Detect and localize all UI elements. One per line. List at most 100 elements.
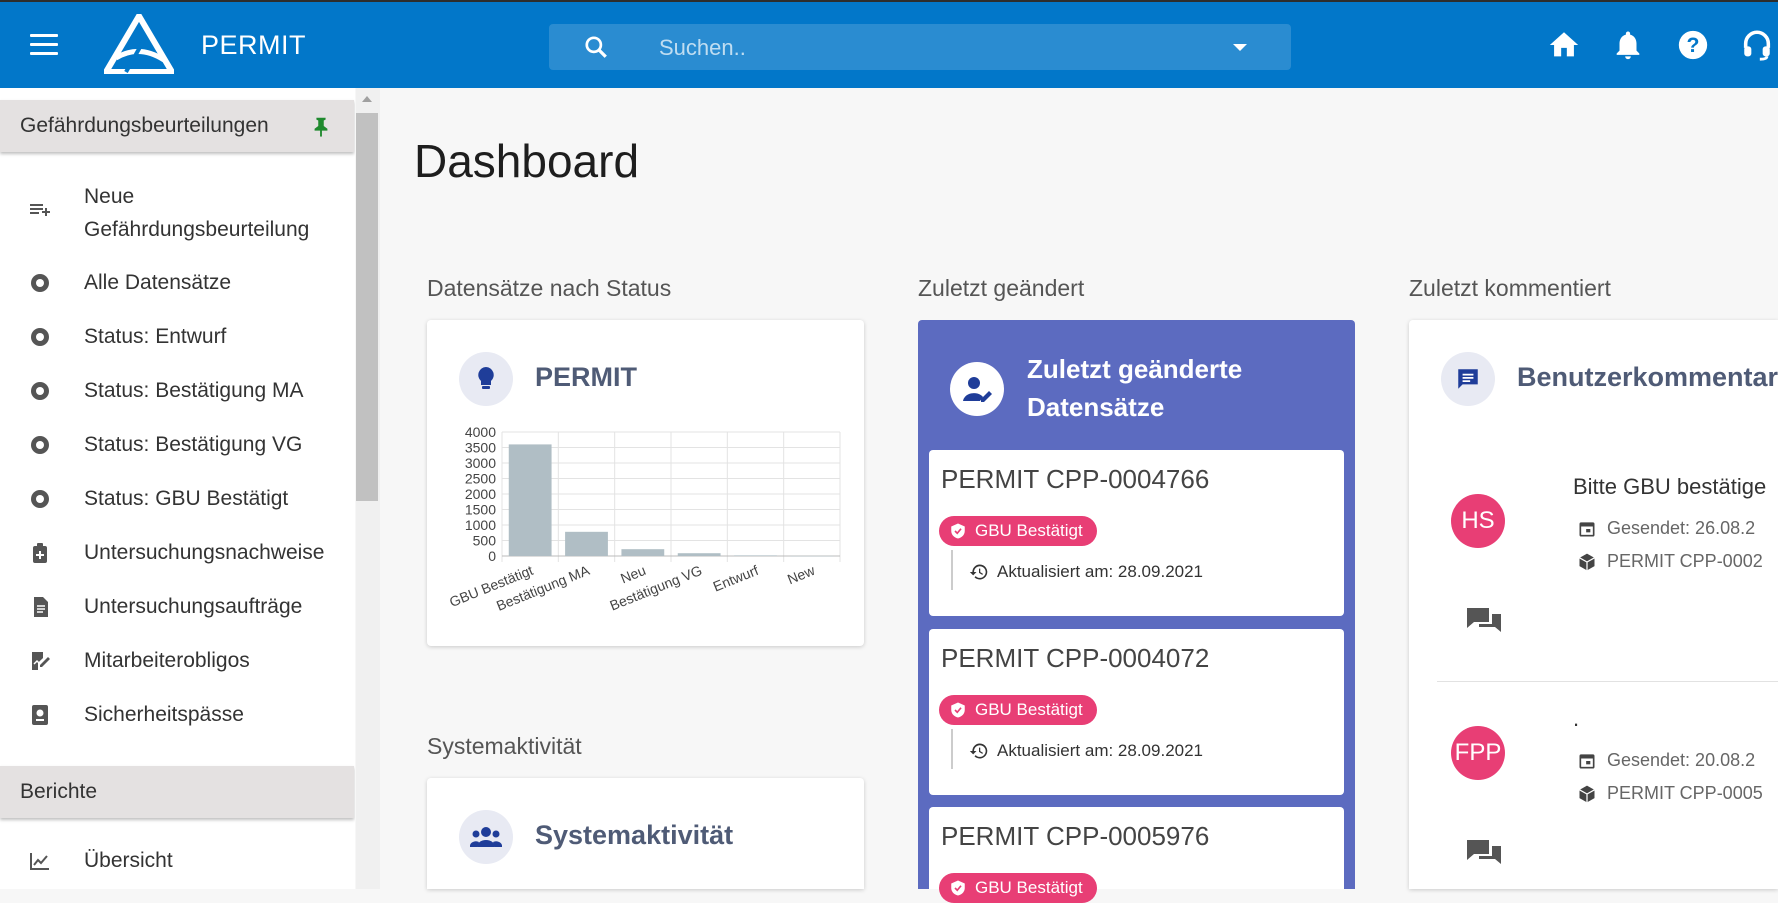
history-icon [969, 564, 988, 580]
comments-card: Benutzerkommentar HS Bitte GBU bestätige… [1409, 320, 1778, 889]
group-icon [470, 827, 502, 847]
sidebar-item-status-gbu-bestaetigt[interactable]: Status: GBU Bestätigt [0, 482, 354, 516]
sidebar: Gefährdungsbeurteilungen Neue Gefährdung… [0, 88, 355, 889]
y-tick-label: 500 [473, 533, 497, 549]
svg-text:?: ? [1687, 33, 1700, 57]
sidebar-section-gefaehrdungsbeurteilungen[interactable]: Gefährdungsbeurteilungen [0, 100, 354, 152]
sidebar-item-label: Status: Bestätigung MA [84, 379, 304, 402]
sidebar-item-label: Sicherheitspässe [84, 703, 244, 726]
y-tick-label: 4000 [465, 424, 496, 440]
search-input[interactable] [657, 32, 1221, 64]
record-card[interactable]: PERMIT CPP-0005976 GBU Bestätigt [929, 807, 1344, 903]
sidebar-item-alle-datensaetze[interactable]: Alle Datensätze [0, 266, 354, 300]
comment-icon [1458, 369, 1478, 389]
status-badge[interactable]: GBU Bestätigt [939, 516, 1097, 546]
radio-icon [31, 490, 49, 508]
edit-chart-icon [32, 652, 50, 670]
bar [677, 553, 721, 556]
status-badge[interactable]: GBU Bestätigt [939, 695, 1097, 725]
section-title-activity: Systemaktivität [427, 733, 582, 759]
menu-icon[interactable] [30, 34, 58, 56]
search-dropdown-icon[interactable] [1233, 44, 1247, 51]
sidebar-item-label: Übersicht [84, 849, 173, 872]
help-icon[interactable]: ? [1676, 28, 1710, 62]
sidebar-item-label: Untersuchungsaufträge [84, 595, 303, 618]
y-tick-label: 2000 [465, 486, 496, 502]
pin-icon[interactable] [310, 114, 332, 138]
sidebar-item-label: Mitarbeiterobligos [84, 649, 250, 672]
record-updated-label: Aktualisiert am: 28.09.2021 [997, 741, 1204, 760]
sidebar-item-label: Status: GBU Bestätigt [84, 487, 289, 510]
icon-circle [950, 362, 1004, 416]
record-id[interactable]: PERMIT CPP-0004072 [941, 643, 1209, 674]
sidebar-item-status-bestaetigung-vg[interactable]: Status: Bestätigung VG [0, 428, 354, 462]
search-icon[interactable] [583, 34, 609, 60]
status-badge-label: GBU Bestätigt [975, 878, 1083, 897]
record-id[interactable]: PERMIT CPP-0004766 [941, 464, 1209, 495]
bell-icon[interactable] [1611, 28, 1645, 62]
status-bar-chart: 05001000150020002500300035004000GBU Best… [447, 424, 841, 614]
home-icon[interactable] [1547, 28, 1581, 62]
medical-icon [33, 543, 47, 563]
calendar-icon [1579, 754, 1595, 769]
icon-circle [1441, 352, 1495, 406]
cube-icon [1579, 785, 1595, 803]
document-icon [34, 597, 48, 617]
y-tick-label: 1500 [465, 502, 496, 518]
sidebar-item-mitarbeiterobligos[interactable]: Mitarbeiterobligos [0, 644, 354, 678]
sidebar-item-neue-gbu[interactable]: Neue Gefährdungsbeurteilung [0, 180, 354, 246]
comment-text[interactable]: . [1573, 706, 1579, 732]
y-tick-label: 0 [488, 548, 496, 564]
x-tick-label: New [785, 562, 818, 588]
comment-ref-label: PERMIT CPP-0005 [1607, 783, 1763, 803]
activity-card-title: Systemaktivität [535, 820, 734, 850]
timeline-line [951, 550, 953, 590]
recent-card-title: Zuletzt geänderte Datensätze [1027, 354, 1243, 422]
bar [508, 444, 552, 556]
chart-icon [30, 853, 49, 870]
y-tick-label: 3500 [465, 440, 496, 456]
record-id[interactable]: PERMIT CPP-0005976 [941, 821, 1209, 852]
sidebar-item-uebersicht[interactable]: Übersicht [0, 844, 354, 878]
sidebar-item-status-entwurf[interactable]: Status: Entwurf [0, 320, 354, 354]
status-badge[interactable]: GBU Bestätigt [939, 873, 1097, 903]
bar [790, 555, 834, 557]
sidebar-section-label: Gefährdungsbeurteilungen [20, 114, 269, 137]
comment-sent-label: Gesendet: 26.08.2 [1607, 518, 1756, 538]
page-title: Dashboard [414, 135, 640, 187]
record-card[interactable]: PERMIT CPP-0004766 GBU Bestätigt Aktuali… [929, 450, 1344, 616]
sidebar-item-sicherheitspaesse[interactable]: Sicherheitspässe [0, 698, 354, 732]
sidebar-item-untersuchungsauftraege[interactable]: Untersuchungsaufträge [0, 590, 354, 624]
shield-check-icon [951, 702, 965, 718]
calendar-icon [1579, 522, 1595, 537]
comments-card-title: Benutzerkommentar [1517, 362, 1778, 392]
icon-circle [459, 810, 513, 864]
comment-text[interactable]: Bitte GBU bestätige [1573, 474, 1766, 500]
x-tick-label: Entwurf [711, 562, 761, 595]
passport-icon [32, 705, 48, 725]
comment-sent-label: Gesendet: 20.08.2 [1607, 750, 1756, 770]
chat-icon[interactable] [1465, 606, 1503, 636]
sidebar-item-label: Status: Bestätigung VG [84, 433, 303, 456]
record-card[interactable]: PERMIT CPP-0004072 GBU Bestätigt Aktuali… [929, 629, 1344, 795]
lightbulb-icon [478, 367, 494, 389]
sidebar-scrollbar[interactable] [356, 88, 380, 889]
radio-icon [31, 328, 49, 346]
sidebar-section-label: Berichte [20, 780, 98, 803]
chat-icon[interactable] [1465, 838, 1503, 868]
sidebar-item-status-bestaetigung-ma[interactable]: Status: Bestätigung MA [0, 374, 354, 408]
radio-icon [31, 382, 49, 400]
scrollbar-thumb[interactable] [356, 113, 378, 501]
column-title-changed: Zuletzt geändert [918, 275, 1085, 301]
bar [734, 555, 777, 556]
sidebar-section-berichte[interactable]: Berichte [0, 766, 354, 818]
history-icon [969, 743, 988, 759]
record-updated-label: Aktualisiert am: 28.09.2021 [997, 562, 1204, 581]
sidebar-item-label: Alle Datensätze [84, 271, 232, 294]
sidebar-item-label: Neue Gefährdungsbeurteilung [84, 185, 310, 241]
scroll-up-icon[interactable] [362, 96, 372, 102]
headset-icon[interactable] [1740, 28, 1774, 62]
bar [565, 531, 608, 556]
avatar: HS [1451, 494, 1505, 548]
sidebar-item-untersuchungsnachweise[interactable]: Untersuchungsnachweise [0, 536, 354, 570]
